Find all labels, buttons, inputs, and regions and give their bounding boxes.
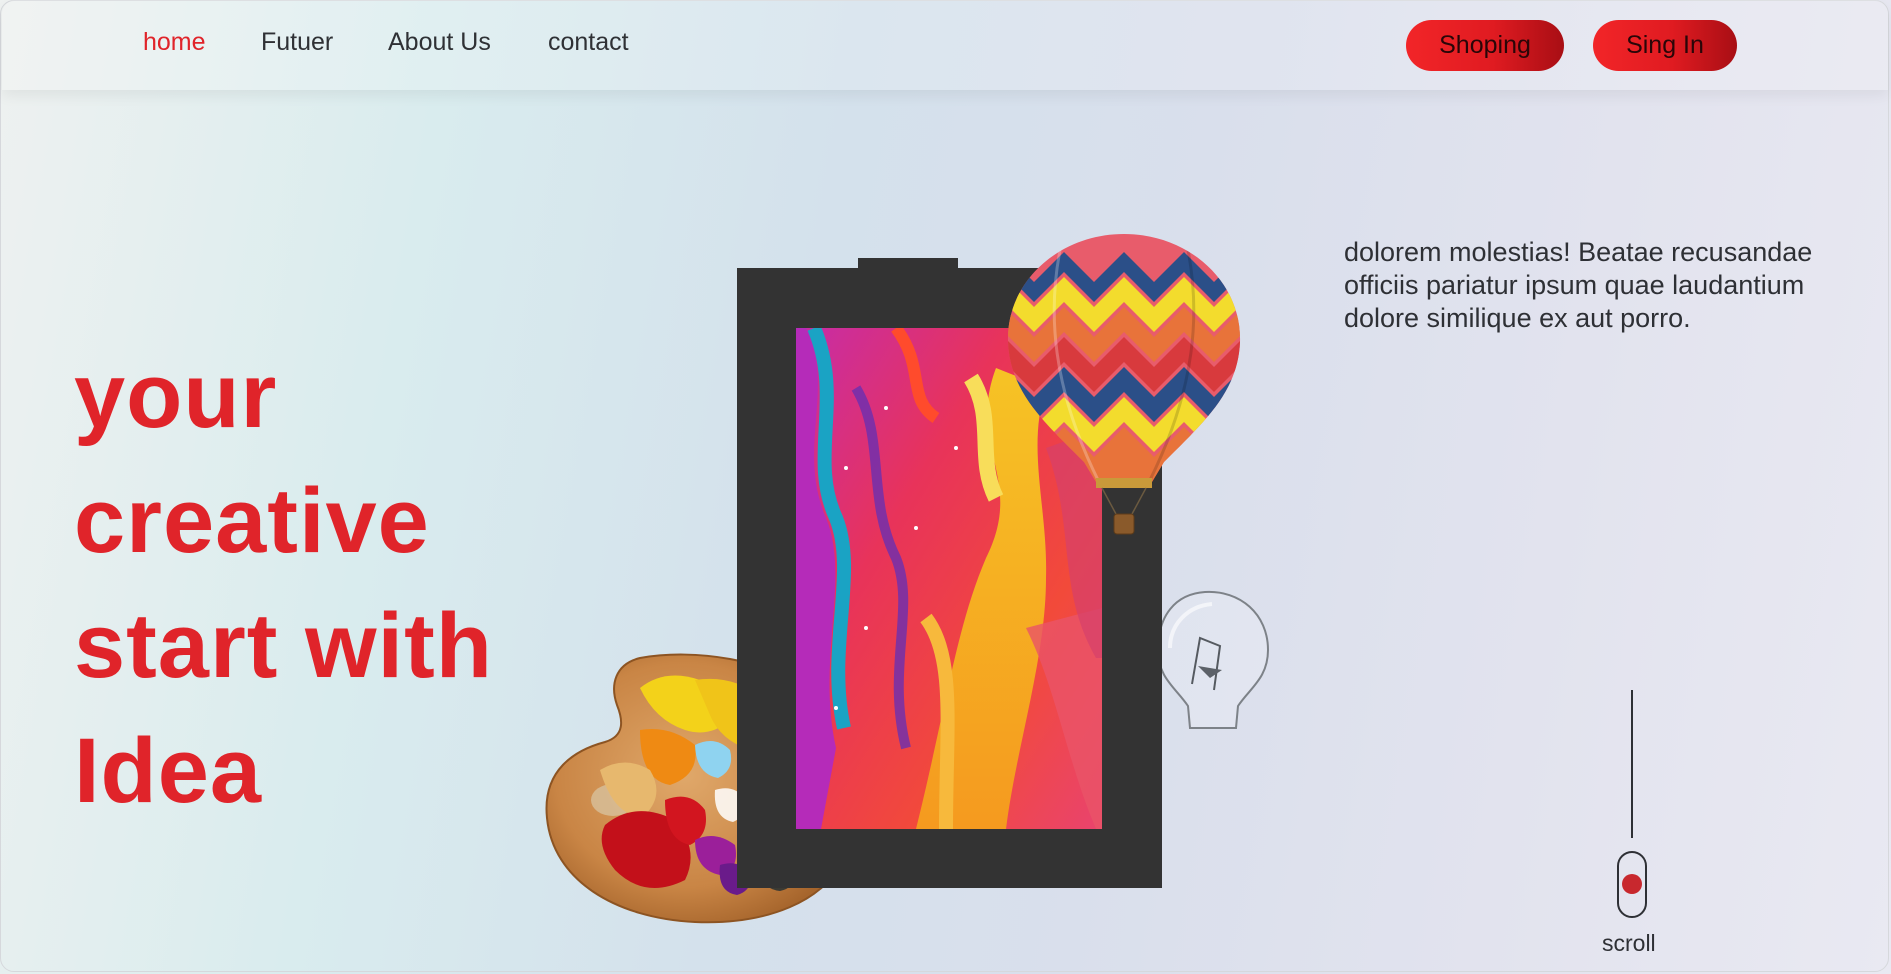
nav-link-home[interactable]: home <box>143 28 206 57</box>
hot-air-balloon-image <box>1007 234 1241 535</box>
headline-line-2: creative <box>74 470 430 572</box>
scroll-dot <box>1622 874 1642 894</box>
nav-link-about-us[interactable]: About Us <box>388 28 491 57</box>
mouse-scroll-icon[interactable] <box>1617 851 1647 918</box>
scroll-label[interactable]: scroll <box>1602 930 1656 957</box>
hero-headline: your creative start with Idea <box>74 334 493 834</box>
nav-link-futuer[interactable]: Futuer <box>261 28 333 57</box>
scroll-line <box>1631 690 1633 838</box>
headline-line-4: Idea <box>74 720 263 822</box>
headline-line-1: your <box>74 345 278 447</box>
headline-line-3: start with <box>74 595 493 697</box>
shopping-button[interactable]: Shoping <box>1406 20 1564 71</box>
navbar: home Futuer About Us contact Shoping Sin… <box>2 0 1888 90</box>
sign-in-button[interactable]: Sing In <box>1593 20 1737 71</box>
nav-link-contact[interactable]: contact <box>548 28 629 57</box>
hero-description: dolorem molestias! Beatae recusandae off… <box>1344 237 1813 333</box>
